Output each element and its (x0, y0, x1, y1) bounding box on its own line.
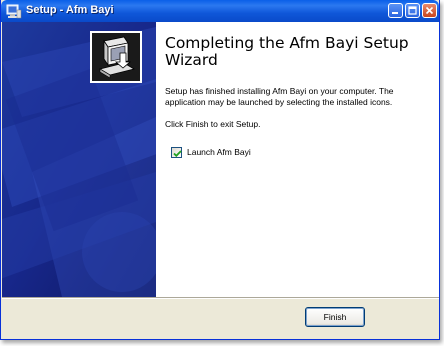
wizard-side-banner (2, 22, 156, 297)
launch-option[interactable]: Launch Afm Bayi (171, 145, 251, 159)
setup-window: Setup - Afm Bayi Completing the Afm Bayi… (0, 0, 440, 340)
finish-button[interactable]: Finish (305, 307, 365, 327)
exit-instruction: Click Finish to exit Setup. (165, 119, 261, 129)
checkmark-icon (173, 149, 182, 157)
window-title: Setup - Afm Bayi (26, 4, 114, 16)
maximize-icon (406, 4, 419, 17)
completion-message: Setup has finished installing Afm Bayi o… (165, 86, 394, 107)
launch-checkbox-label[interactable]: Launch Afm Bayi (187, 147, 251, 157)
launch-checkbox[interactable] (171, 146, 182, 158)
close-icon (423, 4, 436, 17)
minimize-icon (389, 4, 402, 17)
close-button[interactable] (422, 3, 437, 18)
caption-buttons (388, 3, 437, 19)
title-bar[interactable]: Setup - Afm Bayi (1, 0, 439, 22)
installer-computer-icon (90, 31, 142, 83)
wizard-content: Completing the Afm Bayi Setup Wizard Set… (156, 22, 439, 297)
minimize-button[interactable] (388, 3, 403, 18)
setup-icon (6, 3, 22, 19)
page-title: Completing the Afm Bayi Setup Wizard (165, 34, 409, 69)
maximize-button[interactable] (405, 3, 420, 18)
button-bar: Finish (2, 299, 439, 339)
